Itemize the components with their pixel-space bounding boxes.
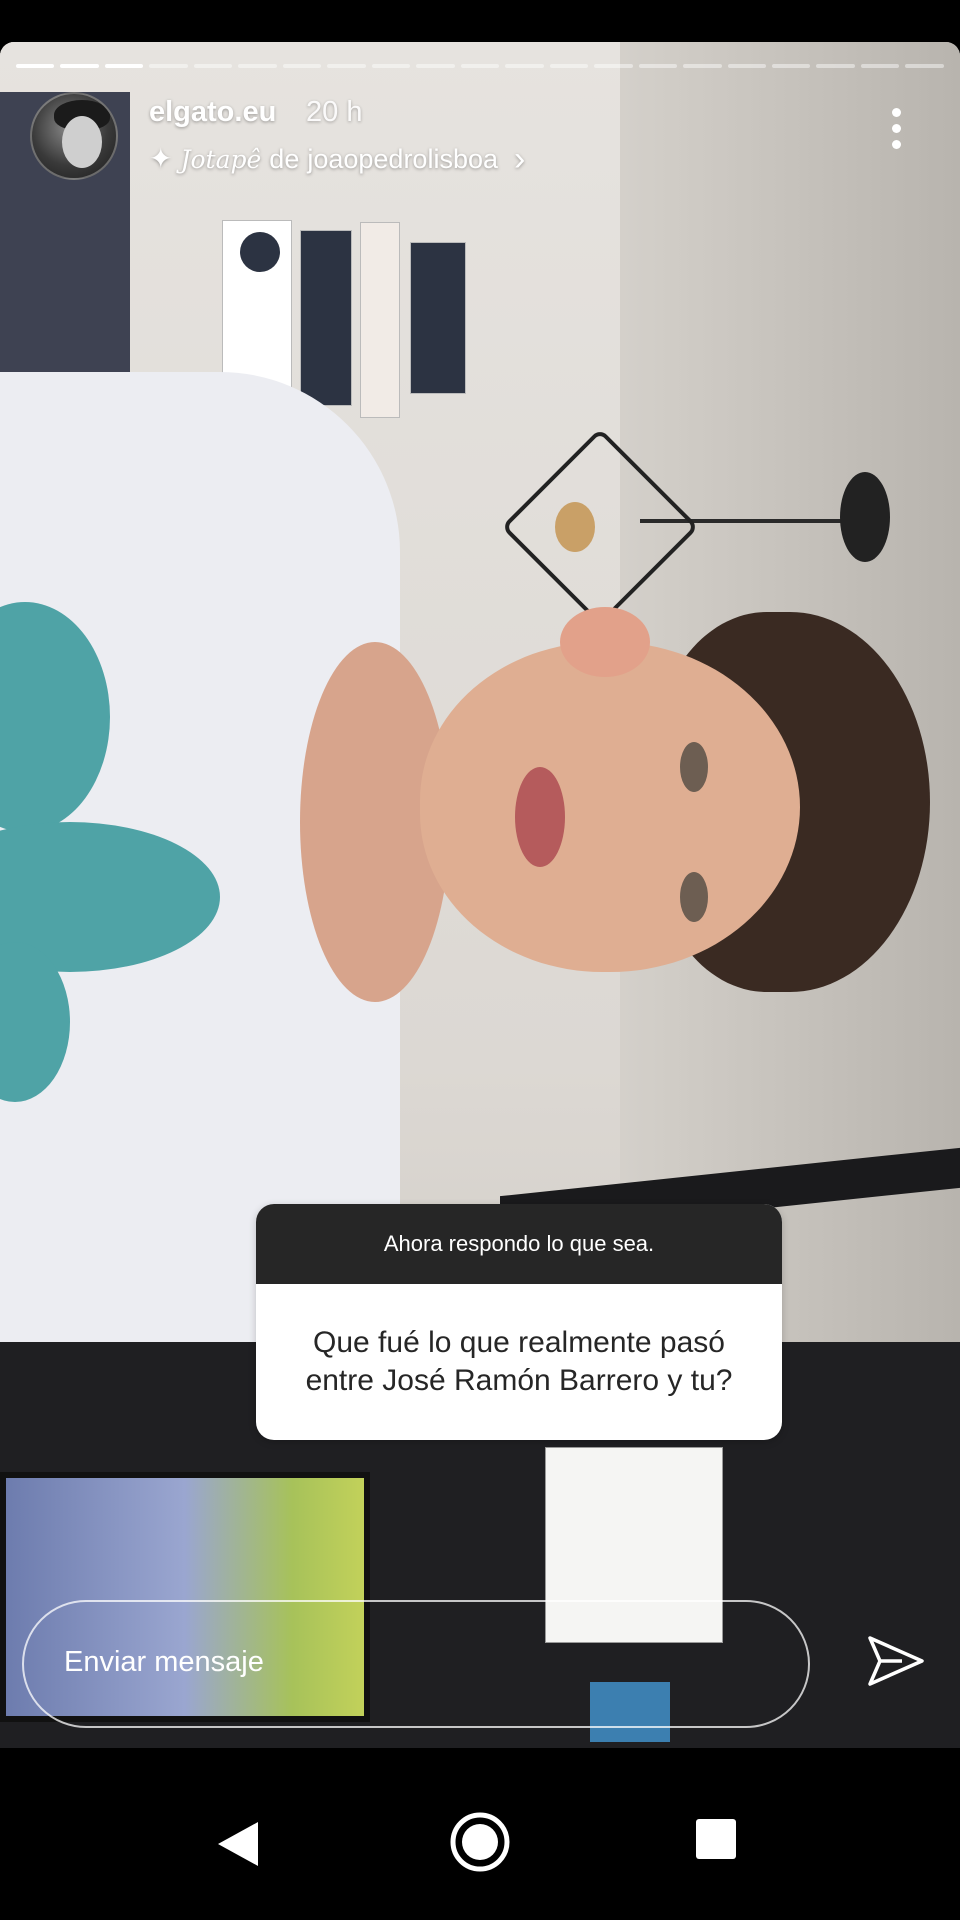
audio-attribution[interactable]: ✦ Jotapê de joaopedrolisboa › [149, 142, 525, 176]
sparkle-icon: ✦ [149, 143, 173, 174]
progress-segment [149, 64, 188, 68]
chevron-right-icon: › [514, 140, 526, 178]
avatar[interactable] [30, 92, 118, 180]
send-icon[interactable] [866, 1634, 926, 1688]
progress-segment [371, 64, 411, 68]
progress-segment [594, 64, 633, 68]
progress-segment [771, 64, 811, 68]
progress-segment [638, 64, 678, 68]
nav-recent-icon[interactable] [696, 1819, 736, 1859]
progress-segment [416, 64, 455, 68]
progress-segment [60, 64, 99, 68]
audio-name: Jotapê [180, 144, 262, 174]
progress-segment [16, 64, 55, 68]
story-header: elgato.eu 20 h ✦ Jotapê de joaopedrolisb… [0, 88, 960, 188]
question-text: Que fué lo que realmente pasó entre José… [305, 1326, 733, 1397]
progress-segment [905, 64, 944, 68]
progress-segment [505, 64, 544, 68]
progress-segment [860, 64, 900, 68]
message-input[interactable]: Enviar mensaje [22, 1600, 810, 1728]
audio-artist: joaopedrolisboa [307, 143, 498, 174]
progress-segment [727, 64, 766, 68]
progress-segment [816, 64, 855, 68]
progress-segment [193, 64, 233, 68]
story-progress-bar [16, 64, 944, 68]
status-bar [0, 0, 960, 42]
username[interactable]: elgato.eu [149, 96, 276, 129]
nav-home-icon[interactable] [449, 1811, 511, 1873]
nav-back-icon[interactable] [210, 1816, 266, 1872]
system-nav-bar [0, 1748, 960, 1920]
more-vertical-icon[interactable] [888, 108, 904, 158]
audio-connector: de [269, 143, 300, 174]
question-sticker[interactable]: Ahora respondo lo que sea. Que fué lo qu… [256, 1204, 782, 1440]
timestamp: 20 h [306, 96, 363, 128]
story-viewer[interactable] [0, 42, 960, 1748]
progress-segment [549, 64, 589, 68]
question-prompt: Ahora respondo lo que sea. [256, 1204, 782, 1284]
message-placeholder: Enviar mensaje [64, 1646, 264, 1678]
progress-segment [460, 64, 500, 68]
progress-segment [238, 64, 277, 68]
progress-segment [104, 64, 144, 68]
progress-segment [683, 64, 722, 68]
progress-segment [282, 64, 322, 68]
progress-segment [327, 64, 366, 68]
